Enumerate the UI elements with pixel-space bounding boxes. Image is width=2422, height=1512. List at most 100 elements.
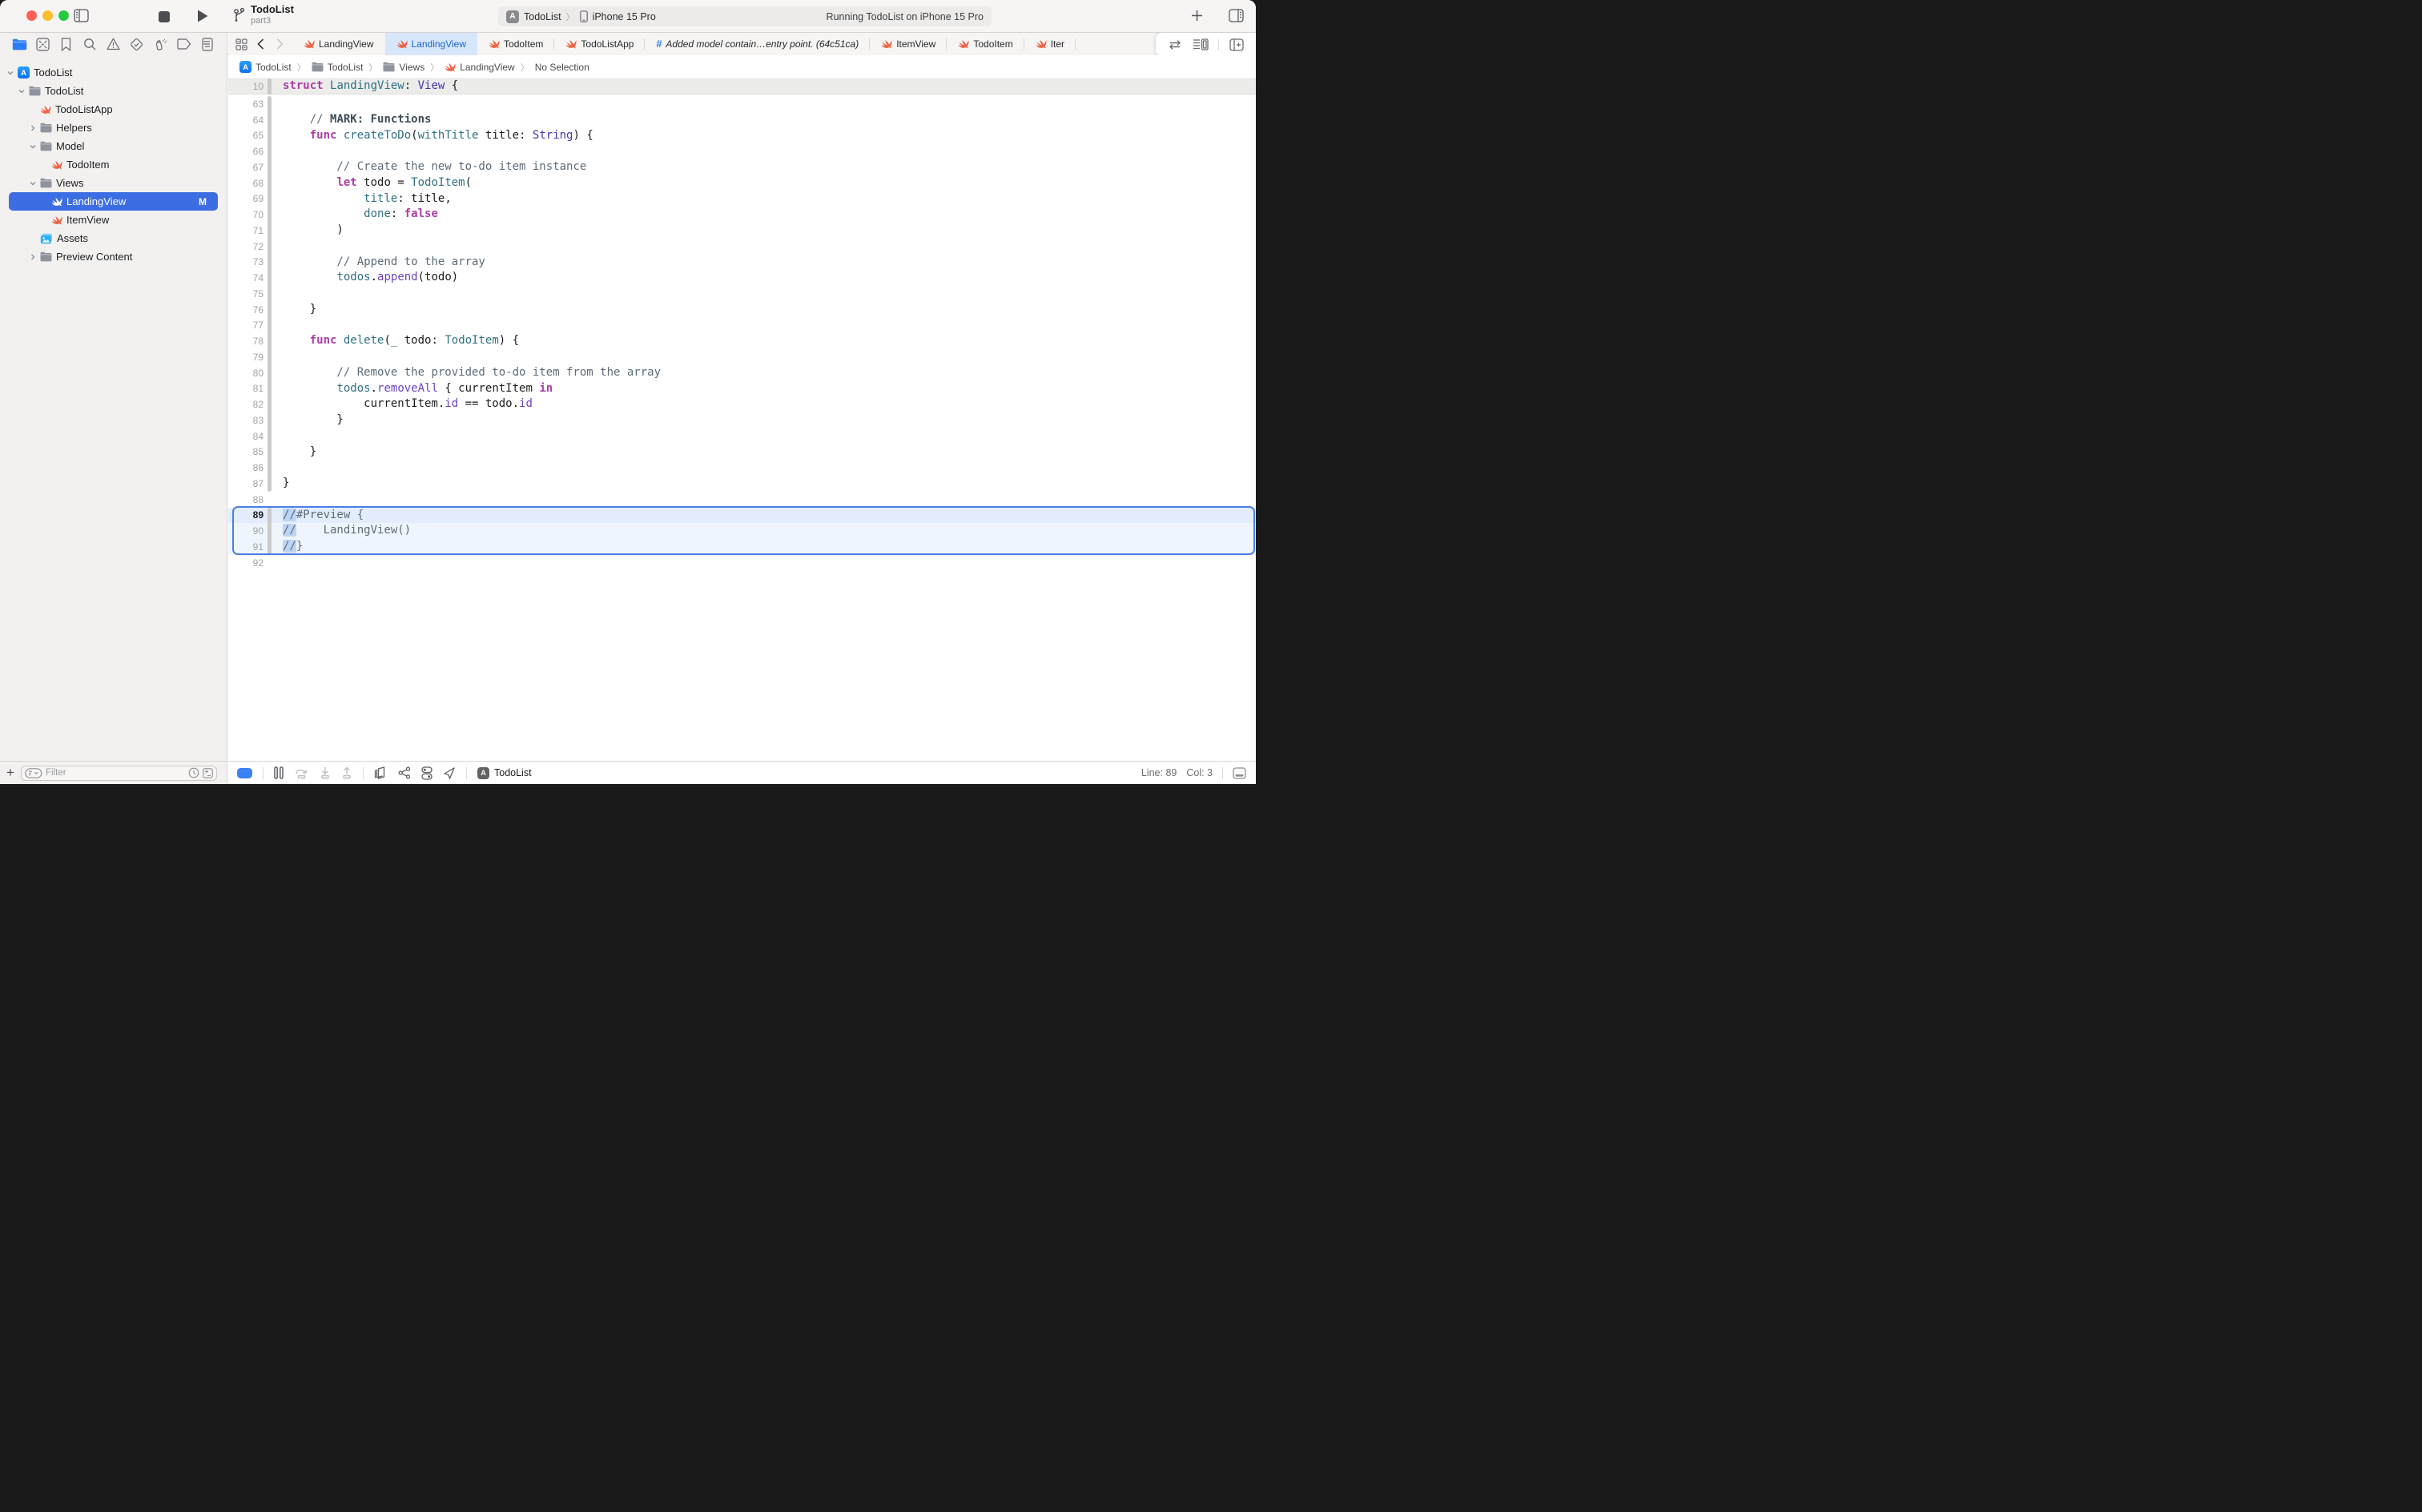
code-line-90[interactable]: 90// LandingView() [228,523,1256,539]
code-line-72[interactable]: 72 [228,239,1256,255]
run-button[interactable] [196,9,209,23]
pause-icon[interactable] [274,766,284,779]
sidebar-item-todolist[interactable]: ATodoList [0,63,227,82]
scheme-device-name[interactable]: iPhone 15 Pro [593,11,656,22]
scm-filter-icon[interactable] [203,768,213,778]
code-line-66[interactable]: 66 [228,143,1256,159]
scheme-selector[interactable]: A TodoList 〉 iPhone 15 Pro Running TodoL… [498,6,992,26]
add-editor-icon[interactable] [1229,37,1245,53]
navigator-issues-icon[interactable] [106,36,122,52]
code-line-92[interactable]: 92 [228,555,1256,571]
code-line-77[interactable]: 77 [228,318,1256,334]
code-line-88[interactable]: 88 [228,492,1256,508]
code-line-71[interactable]: 71 ) [228,223,1256,239]
project-activity[interactable]: TodoList part3 [232,4,294,26]
editor-tab-landingview[interactable]: LandingView [385,33,478,55]
code-line-80[interactable]: 80 // Remove the provided to-do item fro… [228,365,1256,381]
breadcrumb-item-landingview[interactable]: LandingView [445,62,515,73]
filter-field[interactable]: Filter [21,766,217,781]
sidebar-item-preview-content[interactable]: Preview Content [0,247,227,266]
step-into-icon[interactable] [320,766,331,779]
recent-files-icon[interactable] [188,767,199,778]
editor-tab-todolistapp[interactable]: TodoListApp [554,33,645,55]
code-line-82[interactable]: 82 currentItem.id == todo.id [228,396,1256,412]
code-line-81[interactable]: 81 todos.removeAll { currentItem in [228,381,1256,397]
stop-button[interactable] [159,11,170,22]
zoom-window-button[interactable] [58,10,69,21]
minimize-window-button[interactable] [42,10,53,21]
scheme-app-name[interactable]: TodoList [524,11,561,22]
disclosure-closed-icon[interactable] [29,254,37,260]
code-line-74[interactable]: 74 todos.append(todo) [228,270,1256,286]
breadcrumb-item-todolist[interactable]: TodoList [312,62,364,73]
disclosure-open-icon[interactable] [18,89,26,94]
step-out-icon[interactable] [341,766,352,779]
memory-graph-icon[interactable] [398,766,411,779]
environment-overrides-icon[interactable] [421,766,432,780]
editor-tab-todoitem[interactable]: TodoItem [477,33,554,55]
code-line-86[interactable]: 86 [228,460,1256,476]
breadcrumb-item-todolist[interactable]: ATodoList [239,61,292,73]
code-line-89[interactable]: 89//#Preview { [228,508,1256,524]
code-line-70[interactable]: 70 done: false [228,207,1256,223]
location-simulate-icon[interactable] [443,766,456,779]
add-file-button[interactable]: + [0,765,21,781]
breadcrumb-item-no-selection[interactable]: No Selection [535,62,589,73]
editor-tab-added-model-contain-entry-point-64c51ca-[interactable]: #Added model contain…entry point. (64c51… [645,33,870,55]
toggle-debug-area-icon[interactable] [1233,767,1246,779]
editor-tab-landingview[interactable]: LandingView [292,33,385,55]
disclosure-closed-icon[interactable] [29,125,37,131]
toggle-inspector-icon[interactable] [1229,9,1244,22]
new-tab-button[interactable] [1190,9,1204,22]
navigator-bookmarks-icon[interactable] [58,36,74,52]
sidebar-item-helpers[interactable]: Helpers [0,119,227,137]
code-line-79[interactable]: 79 [228,349,1256,365]
sticky-declaration-line[interactable]: 10struct LandingView: View { [228,78,1256,94]
go-back-icon[interactable] [252,36,268,52]
editor-tab-iter[interactable]: Iter [1024,33,1076,55]
sidebar-item-todoitem[interactable]: TodoItem [0,155,227,174]
running-process[interactable]: A TodoList [477,767,532,779]
breakpoints-toggle[interactable] [237,768,252,778]
code-line-63[interactable]: 63 [228,96,1256,112]
related-items-icon[interactable] [233,36,249,52]
disclosure-open-icon[interactable] [29,181,37,186]
code-line-75[interactable]: 75 [228,286,1256,302]
sidebar-item-todolist[interactable]: TodoList [0,82,227,100]
sticky-code-line[interactable]: 10struct LandingView: View { [228,78,458,94]
navigator-debug-icon[interactable] [152,36,168,52]
code-line-83[interactable]: 83 } [228,412,1256,428]
code-line-91[interactable]: 91//} [228,539,1256,555]
go-forward-icon[interactable] [272,36,288,52]
code-line-69[interactable]: 69 title: title, [228,191,1256,207]
navigator-project-icon[interactable] [11,36,27,52]
sidebar-item-landingview[interactable]: LandingViewM [9,192,218,211]
step-over-icon[interactable] [294,766,309,779]
code-line-78[interactable]: 78 func delete(_ todo: TodoItem) { [228,333,1256,349]
navigator-find-icon[interactable] [82,36,98,52]
editor-layout-icon[interactable] [1193,37,1209,53]
code-line-76[interactable]: 76 } [228,302,1256,318]
view-hierarchy-icon[interactable] [374,766,388,779]
navigator-tests-icon[interactable] [129,36,145,52]
code-line-65[interactable]: 65 func createToDo(withTitle title: Stri… [228,128,1256,144]
editor-tab-itemview[interactable]: ItemView [870,33,947,55]
sidebar-item-model[interactable]: Model [0,137,227,155]
sidebar-item-todolistapp[interactable]: TodoListApp [0,100,227,119]
sidebar-item-itemview[interactable]: ItemView [0,211,227,229]
code-line-85[interactable]: 85 } [228,444,1256,460]
sidebar-item-assets[interactable]: Assets [0,229,227,247]
navigator-source-control-icon[interactable] [34,36,50,52]
navigator-breakpoints-icon[interactable] [176,36,192,52]
toggle-navigator-icon[interactable] [74,9,89,22]
code-line-68[interactable]: 68 let todo = TodoItem( [228,175,1256,191]
code-line-84[interactable]: 84 [228,428,1256,444]
close-window-button[interactable] [26,10,37,21]
code-line-73[interactable]: 73 // Append to the array [228,255,1256,271]
editor-tab-todoitem[interactable]: TodoItem [947,33,1024,55]
code-line-64[interactable]: 64 // MARK: Functions [228,112,1256,128]
code-line-67[interactable]: 67 // Create the new to-do item instance [228,159,1256,175]
disclosure-open-icon[interactable] [6,70,14,75]
code-line-87[interactable]: 87} [228,476,1256,492]
breadcrumb-item-views[interactable]: Views [383,62,424,73]
